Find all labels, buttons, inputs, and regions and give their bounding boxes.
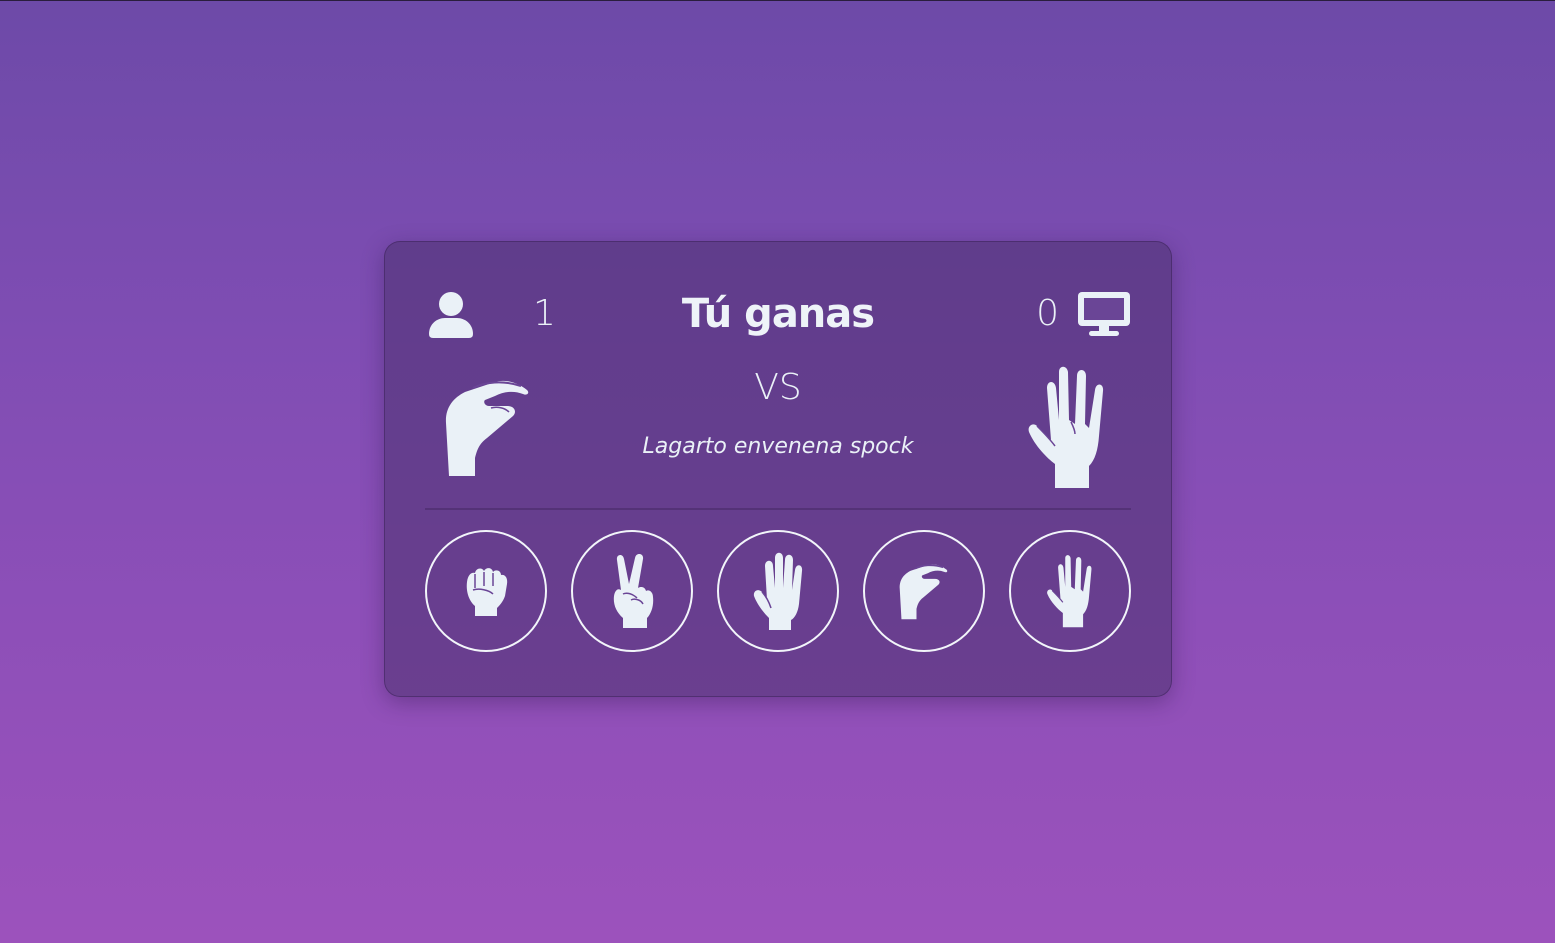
spock-button[interactable] [1009,530,1131,652]
divider [425,508,1131,510]
cpu-choice-spock-icon [1028,366,1104,488]
paper-button[interactable] [717,530,839,652]
cpu-score: 0 [1036,293,1059,334]
scoreboard: 1 Tú ganas 0 [425,286,1131,342]
hand-lizard-icon [899,564,948,620]
hand-scissors-icon [613,554,654,628]
hand-rock-icon [466,568,508,616]
choice-buttons [425,530,1131,656]
lizard-button[interactable] [863,530,985,652]
hand-paper-icon [753,552,803,630]
hand-spock-icon [1047,555,1092,628]
rock-button[interactable] [425,530,547,652]
scissors-button[interactable] [571,530,693,652]
monitor-icon [1078,292,1130,336]
game-card: 1 Tú ganas 0 VS Lagarto envenena spock [384,241,1172,697]
result-title: Tú ganas [681,291,875,337]
